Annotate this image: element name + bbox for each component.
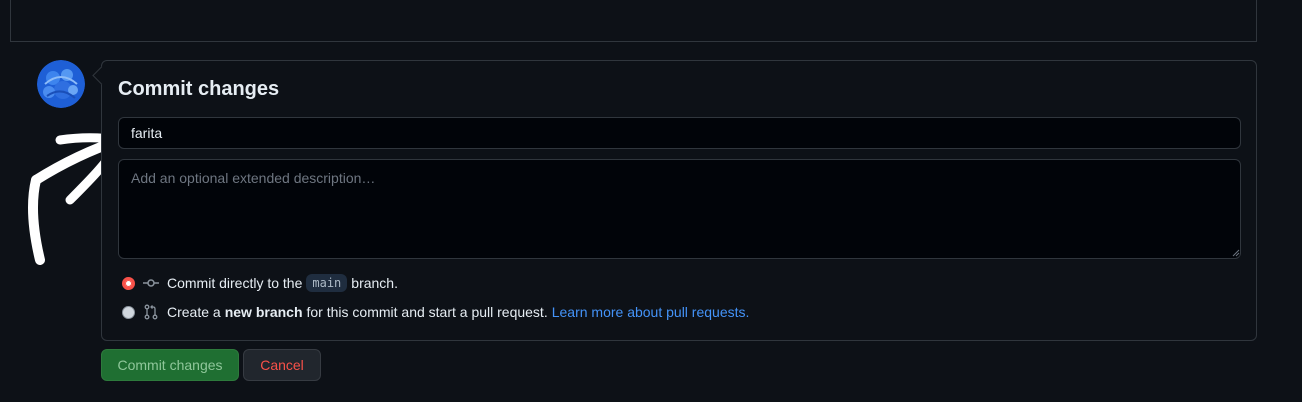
speech-caret	[92, 66, 111, 85]
commit-direct-option[interactable]: Commit directly to the main branch.	[122, 273, 398, 293]
commit-page: Commit changes Commit directly to the ma…	[0, 0, 1302, 402]
commit-changes-button[interactable]: Commit changes	[101, 349, 239, 381]
commit-direct-suffix: branch.	[351, 275, 398, 291]
new-branch-option[interactable]: Create a new branch for this commit and …	[122, 302, 749, 322]
avatar[interactable]	[37, 60, 85, 108]
branch-name-tag: main	[306, 274, 348, 292]
resize-grip-icon[interactable]	[1232, 249, 1240, 257]
new-branch-prefix: Create a	[167, 304, 221, 320]
new-branch-bold: new branch	[224, 304, 303, 320]
file-editor-box	[10, 0, 1257, 42]
commit-description-input[interactable]	[118, 159, 1241, 259]
commit-form: Commit changes Commit directly to the ma…	[92, 60, 1257, 341]
new-branch-radio[interactable]	[122, 305, 135, 319]
commit-direct-prefix: Commit directly to the	[167, 275, 303, 291]
pull-request-help-link[interactable]: Learn more about pull requests.	[552, 304, 750, 320]
cancel-button[interactable]: Cancel	[243, 349, 321, 381]
commit-form-title: Commit changes	[118, 78, 280, 100]
commit-summary-input[interactable]	[118, 117, 1241, 149]
git-commit-icon	[143, 279, 159, 287]
new-branch-suffix: for this commit and start a pull request…	[306, 304, 548, 320]
git-pull-request-icon	[144, 304, 158, 320]
commit-direct-radio[interactable]	[122, 276, 135, 290]
